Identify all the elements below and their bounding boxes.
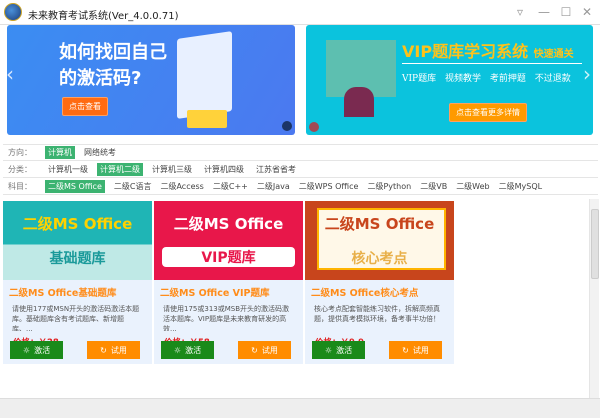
filter-label: 方向： [8,148,32,157]
minimize-button[interactable]: — [537,5,551,19]
person-illustration [344,87,374,117]
image-text: 二级MS Office [22,215,133,233]
chip-subject[interactable]: 二级C语言 [111,180,155,193]
button-label: 试用 [110,345,127,355]
title-bar: 未来教育考试系统(Ver_4.0.0.71) ▿ — ☐ ✕ [0,0,600,25]
image-text: 二级MS Office [173,215,284,233]
app-logo-icon [4,3,22,21]
banner-view-button[interactable]: 点击查看 [62,97,108,116]
chip-category[interactable]: 计算机二级 [97,162,143,176]
close-button[interactable]: ✕ [580,5,594,19]
chip-subject[interactable]: 二级Java [254,180,293,193]
image-text: 二级MS Office [324,215,435,233]
phone-illustration [177,31,232,119]
divider [402,63,582,64]
banner-headline: VIP题库学习系统 快速通关 [402,42,574,61]
product-title[interactable]: 二级MS Office基础题库 [3,280,152,299]
maximize-button[interactable]: ☐ [559,5,573,19]
banner-headline: 如何找回自己的激活码? [59,42,167,89]
next-arrow-icon[interactable]: › [583,62,591,86]
product-title[interactable]: 二级MS Office VIP题库 [154,280,303,299]
product-card[interactable]: 二级MS Office VIP题库 二级MS Office VIP题库 请使用1… [154,201,303,364]
image-text: 核心考点 [351,251,408,267]
button-label: 激活 [336,345,353,355]
chip-subject[interactable]: 二级MS Office [45,179,105,193]
chip-category[interactable]: 江苏省省考 [253,163,299,176]
filter-label: 科目： [8,181,32,191]
chip-category[interactable]: 计算机一级 [45,163,91,176]
activate-button[interactable]: ☼ 激活 [161,341,214,359]
filter-category: 分类： 计算机一级 计算机二级 计算机三级 计算机四级 江苏省省考 [3,161,598,178]
product-image: 二级MS Office 基础题库 [3,201,152,280]
scrollbar-thumb[interactable] [591,209,599,279]
sun-icon: ☼ [173,345,182,355]
product-desc: 请使用175或313或MSB开头的激活码激活本题库。VIP题库是未来教育研发的高… [163,305,290,331]
button-label: 激活 [34,345,51,355]
product-list: 二级MS Office 基础题库 二级MS Office基础题库 请使用177或… [0,199,588,398]
chip-subject[interactable]: 二级C++ [210,180,251,193]
product-title[interactable]: 二级MS Office核心考点 [305,280,454,299]
prev-arrow-icon[interactable]: ‹ [6,62,14,86]
chip-category[interactable]: 计算机三级 [149,163,195,176]
status-bar [0,398,600,418]
filter-label: 分类： [8,164,32,174]
chip-subject[interactable]: 二级WPS Office [296,180,362,193]
filter-panel: 方向： 计算机 网络统考 分类： 计算机一级 计算机二级 计算机三级 计算机四级… [3,144,598,195]
image-text: VIP题库 [162,247,295,267]
product-desc: 请使用177或MSN开头的激活码激活本题库。基础题库含有考试题库、新增题库、..… [12,305,140,331]
chip-category[interactable]: 计算机四级 [201,163,247,176]
chip-subject[interactable]: 二级Web [453,180,492,193]
refresh-icon: ↻ [402,345,409,355]
figure-illustration [187,110,227,128]
filter-subject: 科目： 二级MS Office 二级C语言 二级Access 二级C++ 二级J… [3,178,598,195]
trial-button[interactable]: ↻ 试用 [389,341,442,359]
sun-icon: ☼ [324,345,333,355]
sun-icon: ☼ [22,345,31,355]
button-label: 激活 [185,345,202,355]
chip-subject[interactable]: 二级VB [417,180,450,193]
chip-subject[interactable]: 二级MySQL [496,180,545,193]
product-image: 二级MS Office VIP题库 [154,201,303,280]
banner-subtitle: VIP题库 视频教学 考前押题 不过退款 [402,74,571,84]
chip-direction[interactable]: 计算机 [45,146,75,159]
menu-icon[interactable]: ▿ [513,5,527,19]
filter-direction: 方向： 计算机 网络统考 [3,144,598,161]
window-title: 未来教育考试系统(Ver_4.0.0.71) [28,11,179,22]
activate-button[interactable]: ☼ 激活 [312,341,365,359]
product-card[interactable]: 二级MS Office 核心考点 二级MS Office核心考点 核心考点配套智… [305,201,454,364]
banner-activation-code[interactable]: 如何找回自己的激活码? 点击查看 [7,25,295,135]
vertical-scrollbar[interactable] [589,199,599,398]
product-image: 二级MS Office 核心考点 [305,201,454,280]
refresh-icon: ↻ [251,345,258,355]
product-card[interactable]: 二级MS Office 基础题库 二级MS Office基础题库 请使用177或… [3,201,152,364]
trial-button[interactable]: ↻ 试用 [87,341,140,359]
banner-vip[interactable]: VIP题库学习系统 快速通关 VIP题库 视频教学 考前押题 不过退款 点击查看… [306,25,593,135]
refresh-icon: ↻ [100,345,107,355]
banner-more-button[interactable]: 点击查看更多详情 [449,103,527,122]
chip-subject[interactable]: 二级Python [364,180,414,193]
chip-subject[interactable]: 二级Access [157,180,206,193]
button-label: 试用 [261,345,278,355]
product-desc: 核心考点配套智能练习软件，拆解高频真题，提供真考模拟环境，备考事半功倍！ [314,305,440,323]
chip-direction[interactable]: 网络统考 [81,146,119,159]
activate-button[interactable]: ☼ 激活 [10,341,63,359]
trial-button[interactable]: ↻ 试用 [238,341,291,359]
image-text: 基础题库 [49,251,106,267]
carousel-dot[interactable] [309,122,319,132]
button-label: 试用 [412,345,429,355]
carousel-dot[interactable] [282,121,292,131]
